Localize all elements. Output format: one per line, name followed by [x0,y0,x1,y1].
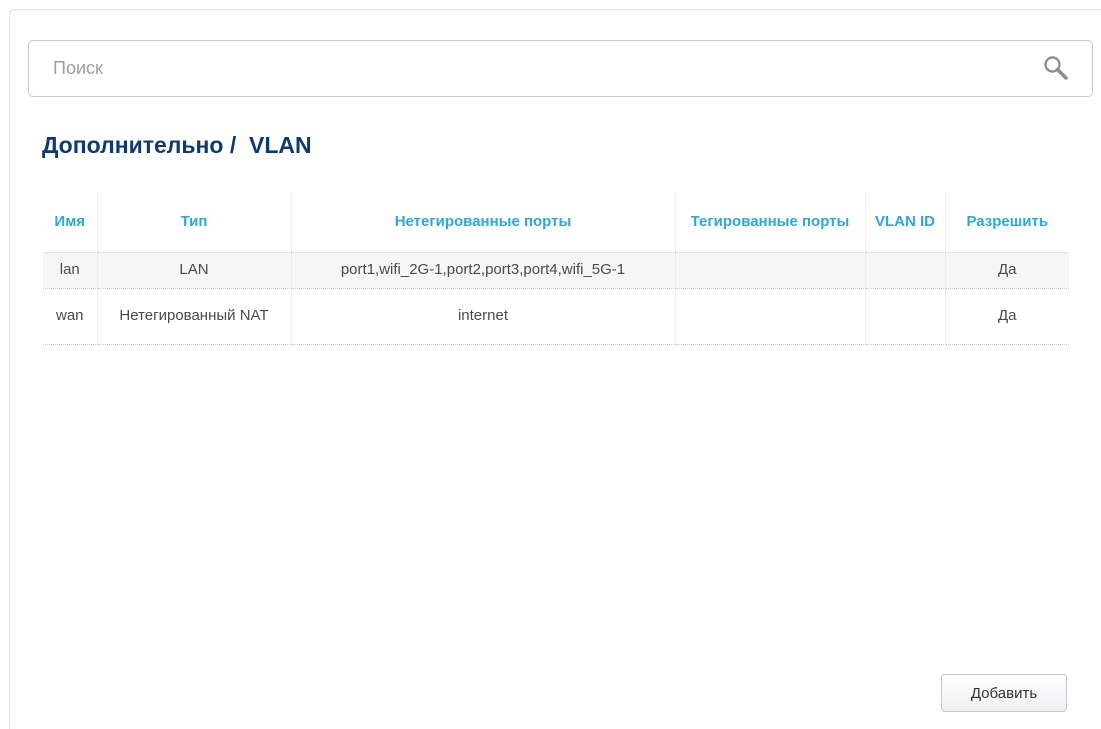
search-input[interactable] [29,41,1029,96]
cell-name: wan [43,288,97,345]
column-header-vlan-id[interactable]: VLAN ID [864,193,945,253]
column-header-enable[interactable]: Разрешить [944,193,1069,253]
cell-vlan-id [864,288,945,345]
page-title: Дополнительно / VLAN [42,132,312,158]
cell-enable: Да [944,252,1069,289]
add-button[interactable]: Добавить [941,674,1067,712]
column-header-type[interactable]: Тип [96,193,291,253]
content-panel [9,9,1101,729]
vlan-table: Имя Тип Нетегированные порты Тегированны… [43,193,1069,345]
table-row[interactable]: lan LAN port1,wifi_2G-1,port2,port3,port… [43,252,1069,289]
cell-enable: Да [944,288,1069,345]
cell-tagged-ports [674,288,865,345]
table-header-row: Имя Тип Нетегированные порты Тегированны… [43,193,1069,253]
cell-untagged-ports: internet [290,288,675,345]
table-row[interactable]: wan Нетегированный NAT internet Да [43,288,1069,345]
column-header-tagged-ports[interactable]: Тегированные порты [674,193,865,253]
search-box[interactable] [28,40,1093,97]
cell-name: lan [43,252,97,289]
cell-vlan-id [864,252,945,289]
cell-type: Нетегированный NAT [96,288,291,345]
column-header-name[interactable]: Имя [43,193,97,253]
search-icon[interactable] [1042,54,1070,82]
column-header-untagged-ports[interactable]: Нетегированные порты [290,193,675,253]
cell-untagged-ports: port1,wifi_2G-1,port2,port3,port4,wifi_5… [290,252,675,289]
cell-type: LAN [96,252,291,289]
cell-tagged-ports [674,252,865,289]
